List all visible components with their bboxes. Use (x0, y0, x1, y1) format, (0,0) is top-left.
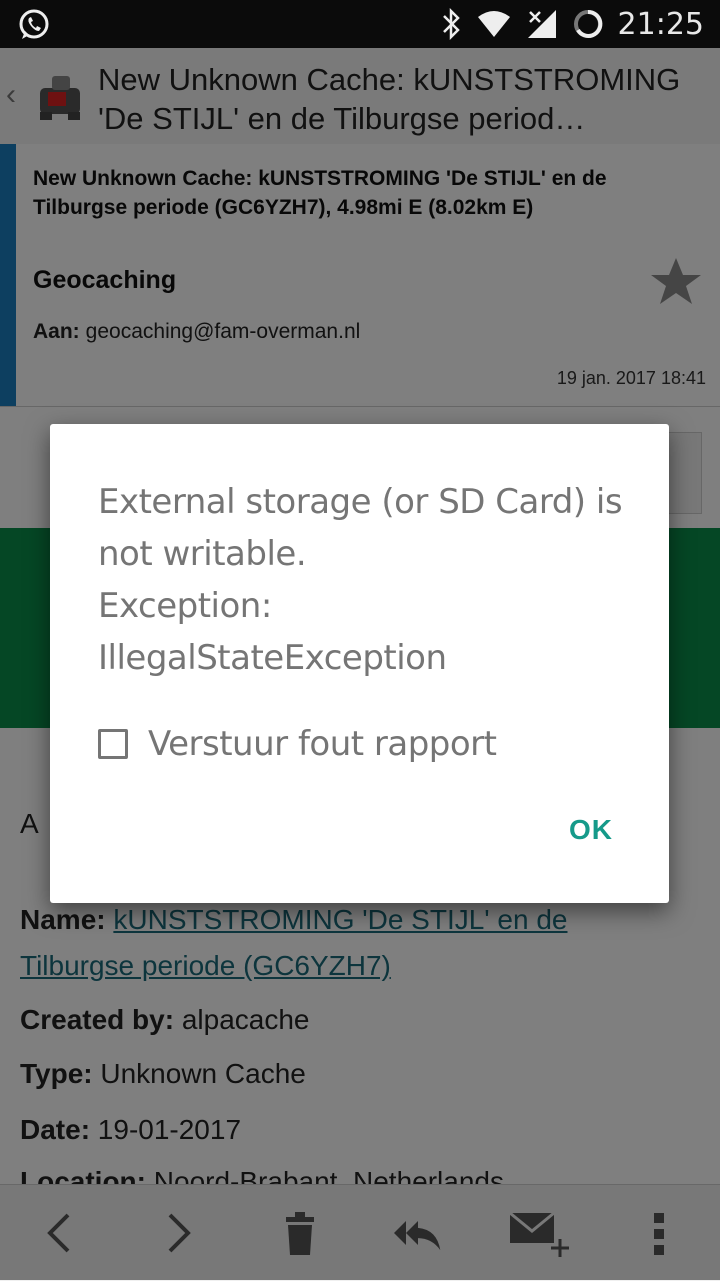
message-line-4: IllegalStateException (98, 638, 447, 678)
send-report-checkbox[interactable] (98, 729, 128, 759)
clock: 21:25 (617, 6, 704, 42)
ok-button[interactable]: OK (569, 814, 613, 846)
bluetooth-icon (442, 8, 460, 40)
send-report-checkbox-row[interactable]: Verstuur fout rapport (98, 720, 497, 768)
dialog-message: External storage (or SD Card) is not wri… (98, 476, 638, 684)
cell-signal-icon (527, 10, 556, 38)
status-bar: 21:25 (0, 0, 720, 48)
whatsapp-icon (19, 9, 49, 39)
error-dialog: External storage (or SD Card) is not wri… (50, 424, 669, 903)
message-line-3: Exception: (98, 586, 272, 626)
send-report-label[interactable]: Verstuur fout rapport (148, 724, 497, 764)
message-line-2: not writable. (98, 534, 307, 574)
wifi-icon (477, 11, 510, 37)
battery-charging-icon (573, 9, 602, 38)
message-line-1: External storage (or SD Card) is (98, 482, 623, 522)
